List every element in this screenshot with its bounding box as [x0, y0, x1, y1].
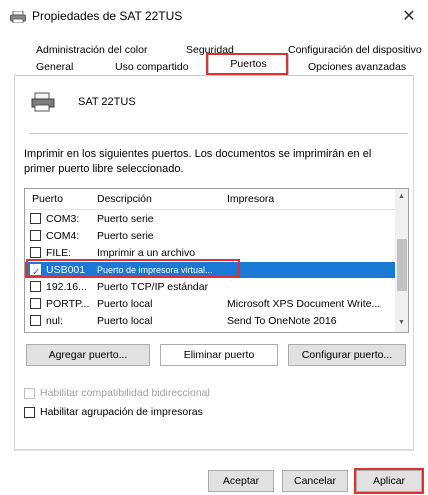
column-header-description[interactable]: Descripción — [97, 193, 152, 205]
ports-instructions: Imprimir en los siguientes puertos. Los … — [24, 148, 372, 175]
port-checkbox[interactable] — [30, 213, 41, 224]
port-description: Puerto local — [97, 298, 153, 310]
port-name: COM3: — [46, 213, 80, 225]
printer-name: SAT 22TUS — [78, 96, 136, 108]
port-description: Puerto TCP/IP estándar — [97, 281, 209, 293]
bidirectional-checkbox — [24, 388, 35, 399]
port-checkbox[interactable] — [30, 247, 41, 258]
port-checkbox[interactable] — [30, 281, 41, 292]
port-row-tcpip[interactable]: 192.16... Puerto TCP/IP estándar — [25, 279, 395, 295]
port-name: 192.16... — [46, 281, 87, 293]
port-row-nul[interactable]: nul: Puerto local Send To OneNote 2016 — [25, 313, 395, 329]
column-header-port[interactable]: Puerto — [32, 193, 63, 205]
port-description: Puerto local — [97, 315, 153, 327]
port-checkbox[interactable] — [30, 315, 41, 326]
port-printer: Microsoft XPS Document Write... — [227, 298, 381, 310]
configure-port-button[interactable]: Configurar puerto... — [288, 344, 406, 366]
printer-icon — [10, 11, 26, 23]
tab-sharing[interactable]: Uso compartido — [115, 61, 189, 73]
apply-highlight — [354, 468, 424, 494]
pooling-label[interactable]: Habilitar agrupación de impresoras — [40, 406, 203, 418]
port-name: COM4: — [46, 230, 80, 242]
port-row-portprompt[interactable]: PORTP... Puerto local Microsoft XPS Docu… — [25, 296, 395, 312]
port-description: Puerto serie — [97, 213, 154, 225]
port-checkbox[interactable] — [30, 230, 41, 241]
port-printer: Send To OneNote 2016 — [227, 315, 337, 327]
scroll-up-icon[interactable]: ▲ — [398, 193, 405, 200]
bidirectional-label: Habilitar compatibilidad bidireccional — [40, 387, 210, 399]
port-description: Puerto serie — [97, 230, 154, 242]
list-scrollbar[interactable]: ▲ ▼ — [395, 189, 408, 332]
column-header-printer[interactable]: Impresora — [227, 193, 274, 205]
title-bar: Propiedades de SAT 22TUS ✕ — [0, 0, 428, 34]
footer-separator — [14, 450, 414, 451]
port-row-com4[interactable]: COM4: Puerto serie — [25, 228, 395, 244]
port-row-com3[interactable]: COM3: Puerto serie — [25, 211, 395, 227]
delete-port-button[interactable]: Eliminar puerto — [160, 344, 278, 366]
port-name: nul: — [46, 315, 63, 327]
add-port-button[interactable]: Agregar puerto... — [26, 344, 150, 366]
scroll-down-icon[interactable]: ▼ — [398, 319, 405, 326]
list-header: Puerto Descripción Impresora — [25, 189, 395, 210]
port-description: Imprimir a un archivo — [97, 247, 196, 259]
port-name: FILE: — [46, 247, 72, 259]
tab-general[interactable]: General — [36, 61, 73, 73]
tab-advanced[interactable]: Opciones avanzadas — [308, 61, 406, 73]
close-button[interactable]: ✕ — [398, 6, 420, 28]
cancel-button[interactable]: Cancelar — [282, 470, 348, 492]
scrollbar-thumb[interactable] — [397, 239, 407, 291]
port-name: PORTP... — [46, 298, 90, 310]
accept-button[interactable]: Aceptar — [208, 470, 274, 492]
separator — [30, 133, 408, 134]
window-title: Propiedades de SAT 22TUS — [32, 9, 183, 23]
port-checkbox[interactable] — [30, 298, 41, 309]
row-highlight — [26, 259, 240, 278]
pooling-checkbox[interactable] — [24, 407, 35, 418]
tab-highlight — [206, 53, 288, 75]
printer-large-icon — [31, 92, 55, 112]
